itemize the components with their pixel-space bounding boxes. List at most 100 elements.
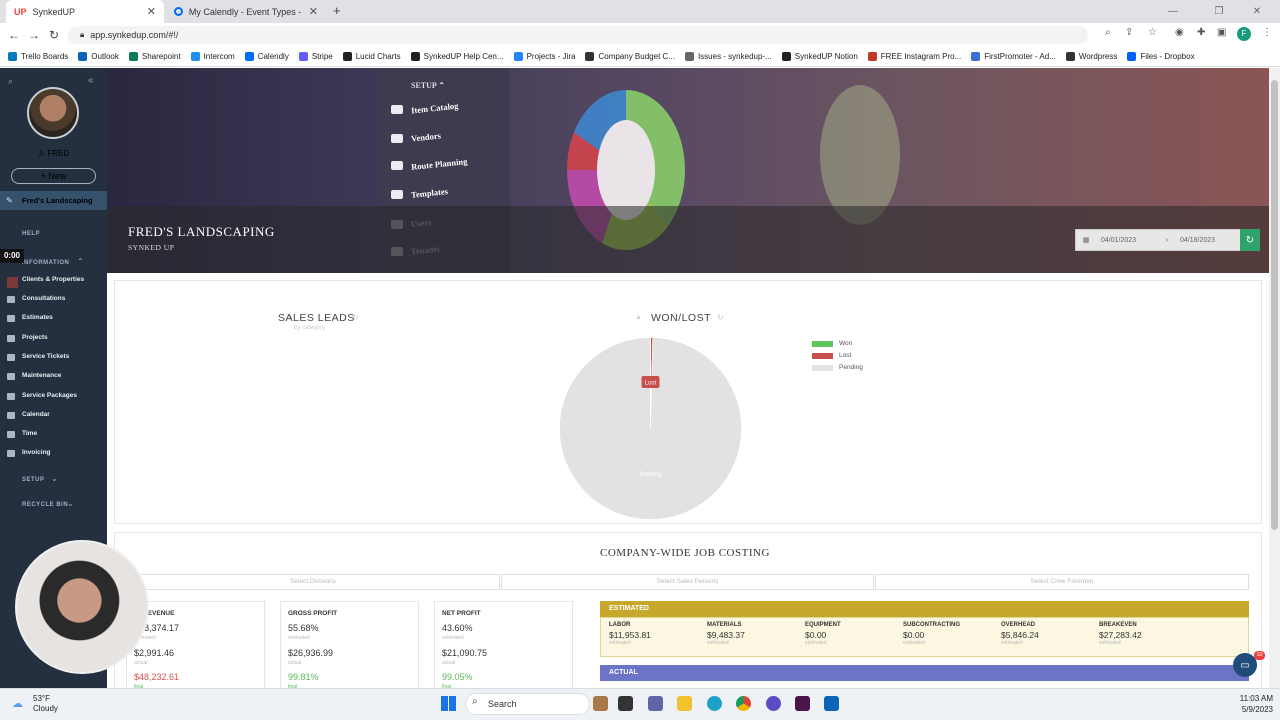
select-divisions[interactable]: Select Divisions xyxy=(126,574,500,590)
user-name[interactable]: ♙ FRED xyxy=(0,149,107,158)
wonlost-refresh-icon[interactable]: ↻ xyxy=(717,313,724,322)
outlook-icon[interactable] xyxy=(824,696,839,711)
taskbar-search[interactable]: Search xyxy=(465,693,590,715)
sidebar-item-time[interactable]: Time xyxy=(22,430,37,437)
sidebar-item-invoicing[interactable]: Invoicing xyxy=(22,449,51,456)
select-crew-foremen[interactable]: Select Crew Foremen xyxy=(875,574,1249,590)
windows-start-icon[interactable] xyxy=(441,696,456,711)
new-button[interactable]: + New xyxy=(11,168,96,184)
bookmark-item[interactable]: Trello Boards xyxy=(8,52,68,61)
taskbar-app-icon[interactable] xyxy=(593,696,608,711)
webcam-overlay xyxy=(15,540,149,674)
puzzle-icon[interactable]: ✚ xyxy=(1197,27,1205,38)
weather-widget[interactable]: 53°F Cloudy xyxy=(33,694,58,714)
kpi-estimated-caption: estimated xyxy=(442,635,464,641)
bookmark-item[interactable]: Files - Dropbox xyxy=(1127,52,1195,61)
date-range-picker[interactable]: ▦ 04/01/2023 › 04/18/2023 xyxy=(1075,229,1260,251)
bookmark-star-icon[interactable]: ☆ xyxy=(1148,27,1157,38)
bookmark-item[interactable]: Sharepoint xyxy=(128,52,181,61)
sidebar-item-clients-properties[interactable]: Clients & Properties xyxy=(22,276,84,283)
teams-icon[interactable] xyxy=(648,696,663,711)
close-tab-icon[interactable]: ✕ xyxy=(309,5,318,18)
banner-menu-icon xyxy=(391,134,403,143)
search-icon: ⌕ xyxy=(472,696,478,707)
sidebar-setup[interactable]: SETUP xyxy=(22,477,45,483)
estimated-value: $11,953.81 xyxy=(609,630,651,640)
new-tab-icon[interactable]: + xyxy=(333,3,341,18)
close-tab-icon[interactable]: ✕ xyxy=(147,5,156,18)
date-from[interactable]: 04/01/2023 xyxy=(1096,237,1158,244)
sales-leads-refresh-icon[interactable]: ↻ xyxy=(352,313,359,322)
chevron-down-icon[interactable]: ⌄ xyxy=(67,499,74,508)
chat-badge: 10 xyxy=(1254,651,1265,660)
sidebar-item-service-packages[interactable]: Service Packages xyxy=(22,392,77,399)
zoom-icon[interactable]: ⌕ xyxy=(1105,27,1111,38)
tab-calendly[interactable]: My Calendly - Event Types - Cale ✕ xyxy=(166,0,326,23)
calendly-icon xyxy=(174,7,183,16)
search-icon[interactable]: ⌕ xyxy=(8,76,13,87)
refresh-button[interactable]: ↻ xyxy=(1240,229,1260,251)
bookmark-item[interactable]: Stripe xyxy=(298,52,333,61)
sidebar-item-projects[interactable]: Projects xyxy=(22,334,48,341)
sidebar-recycle-bin[interactable]: RECYCLE BIN xyxy=(22,502,68,508)
sidebar-item-service-tickets[interactable]: Service Tickets xyxy=(22,353,69,360)
legend-item-won[interactable]: Won xyxy=(812,340,852,347)
legend-item-pending[interactable]: Pending xyxy=(812,364,863,371)
pie-label-lost: Lost xyxy=(645,381,657,387)
bookmark-item[interactable]: FirstPromoter - Ad... xyxy=(971,52,1056,61)
select-sales-persons[interactable]: Select Sales Persons xyxy=(501,574,874,590)
bookmark-item[interactable]: Wordpress xyxy=(1065,52,1117,61)
collapse-sidebar-icon[interactable]: « xyxy=(88,75,94,86)
company-subtitle: SYNKED UP xyxy=(128,243,175,252)
bookmark-item[interactable]: Projects - Jira xyxy=(513,52,576,61)
profile-avatar[interactable]: F xyxy=(1237,27,1251,41)
record-stop-button[interactable] xyxy=(7,277,18,288)
legend-label: Pending xyxy=(839,364,863,371)
chevron-up-icon[interactable]: ⌃ xyxy=(77,257,84,266)
sidepanel-icon[interactable]: ▣ xyxy=(1217,27,1226,38)
bookmark-item[interactable]: FREE Instagram Pro... xyxy=(867,52,961,61)
sidebar-information-header[interactable]: INFORMATION xyxy=(22,260,69,266)
estimated-label: OVERHEAD xyxy=(1001,622,1036,628)
account-selector[interactable]: Fred's Landscaping xyxy=(0,191,107,210)
scrollbar-thumb[interactable] xyxy=(1271,80,1278,530)
bookmark-item[interactable]: Issues - synkedup-... xyxy=(684,52,772,61)
bookmark-item[interactable]: Lucid Charts xyxy=(342,52,401,61)
forward-icon[interactable]: → xyxy=(24,28,44,42)
wonlost-filter-icon[interactable]: ▲ xyxy=(635,314,642,321)
bookmark-label: Projects - Jira xyxy=(526,52,576,61)
extension-icon[interactable]: ◉ xyxy=(1175,27,1184,38)
sidebar-item-maintenance[interactable]: Maintenance xyxy=(22,372,61,379)
edge-icon[interactable] xyxy=(707,696,722,711)
sidebar-help[interactable]: HELP xyxy=(22,231,40,237)
close-window-icon[interactable]: ✕ xyxy=(1234,0,1280,23)
bookmark-item[interactable]: SynkedUP Notion xyxy=(781,52,858,61)
bookmark-item[interactable]: SynkedUP Help Cen... xyxy=(410,52,504,61)
reload-icon[interactable]: ↻ xyxy=(44,28,64,42)
taskbar-taskview-icon[interactable] xyxy=(618,696,633,711)
chrome-icon[interactable] xyxy=(736,696,751,711)
bookmark-item[interactable]: Outlook xyxy=(78,52,119,61)
share-icon[interactable]: ⇪ xyxy=(1125,27,1133,38)
minimize-icon[interactable]: — xyxy=(1150,0,1196,23)
taskbar-clock[interactable]: 11:03 AM 5/9/2023 xyxy=(1218,693,1273,715)
bookmark-item[interactable]: Company Budget C... xyxy=(585,52,675,61)
taskbar-app2-icon[interactable] xyxy=(766,696,781,711)
date-to[interactable]: 04/18/2023 xyxy=(1176,237,1215,244)
tab-synkedup[interactable]: UP SynkedUP ✕ xyxy=(6,0,164,23)
url-bar[interactable]: 🔒︎ app.synkedup.com/#!/ xyxy=(68,26,1088,44)
back-icon[interactable]: ← xyxy=(4,28,24,42)
sidebar-item-consultations[interactable]: Consultations xyxy=(22,295,65,302)
slack-icon[interactable] xyxy=(795,696,810,711)
banner-setup-header: SETUP ⌃ xyxy=(411,81,446,90)
bookmark-item[interactable]: Calendly xyxy=(244,52,289,61)
sidebar-item-calendar[interactable]: Calendar xyxy=(22,411,50,418)
legend-item-lost[interactable]: Lost xyxy=(812,352,851,359)
menu-kebab-icon[interactable]: ⋮ xyxy=(1262,27,1272,38)
avatar[interactable] xyxy=(27,87,79,139)
sidebar-item-estimates[interactable]: Estimates xyxy=(22,314,53,321)
bookmark-item[interactable]: Intercom xyxy=(190,52,235,61)
chevron-down-icon[interactable]: ⌄ xyxy=(51,474,58,483)
file-explorer-icon[interactable] xyxy=(677,696,692,711)
bookmark-icon xyxy=(867,52,877,61)
